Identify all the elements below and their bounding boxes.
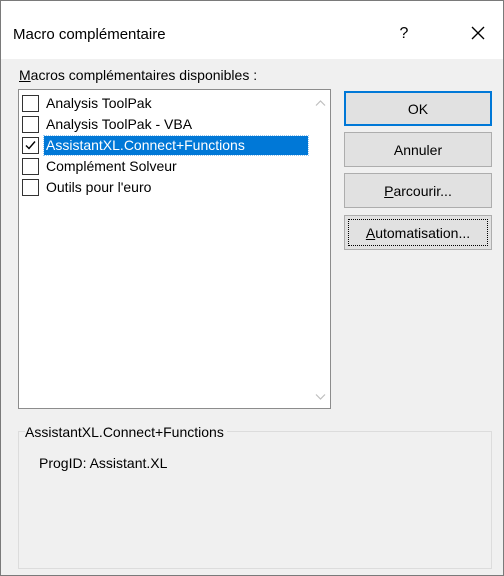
list-item-label: Complément Solveur [46, 158, 177, 174]
list-item[interactable]: Analysis ToolPak [20, 93, 308, 114]
checkmark-icon [25, 141, 36, 150]
scroll-up-button[interactable] [312, 95, 329, 112]
dialog-title: Macro complémentaire [13, 26, 166, 43]
close-icon [471, 26, 485, 40]
automation-button[interactable]: Automatisation... [344, 215, 492, 250]
title-bar: Macro complémentaire ? [1, 1, 503, 59]
browse-button[interactable]: Parcourir... [344, 173, 492, 208]
add-ins-dialog: Macro complémentaire ? Macros complément… [0, 0, 504, 576]
list-item[interactable]: Outils pour l'euro [20, 177, 308, 198]
addins-list-label-text: acros complémentaires disponibles : [30, 67, 258, 83]
automation-button-access-key: A [365, 225, 376, 241]
progid-text: ProgID: Assistant.XL [39, 455, 168, 471]
list-item[interactable]: Analysis ToolPak - VBA [20, 114, 308, 135]
addin-details-group [18, 431, 492, 569]
addins-list-items: Analysis ToolPak Analysis ToolPak - VBA As… [20, 93, 309, 198]
list-item-label: AssistantXL.Connect+Functions [43, 135, 309, 156]
addin-details-title: AssistantXL.Connect+Functions [25, 424, 227, 440]
list-item-label: Analysis ToolPak - VBA [46, 116, 193, 132]
checkbox[interactable] [22, 158, 39, 175]
browse-button-label: arcourir... [393, 183, 452, 199]
checkbox[interactable] [22, 95, 39, 112]
listbox-scrollbar[interactable] [312, 91, 329, 407]
automation-button-label: utomatisation... [375, 225, 471, 241]
scroll-down-button[interactable] [312, 388, 329, 405]
addins-listbox[interactable]: Analysis ToolPak Analysis ToolPak - VBA As… [18, 89, 331, 409]
addins-list-label-access-key: M [19, 67, 31, 83]
addins-list-label: Macros complémentaires disponibles : [19, 67, 257, 83]
list-item-label: Analysis ToolPak [46, 95, 152, 111]
chevron-down-icon [315, 394, 326, 400]
list-item-label: Outils pour l'euro [46, 179, 152, 195]
checkbox[interactable] [22, 137, 39, 154]
chevron-up-icon [315, 100, 326, 106]
cancel-button[interactable]: Annuler [344, 132, 492, 167]
checkbox[interactable] [22, 116, 39, 133]
close-button[interactable] [463, 19, 493, 47]
list-item[interactable]: AssistantXL.Connect+Functions [20, 135, 309, 156]
list-item[interactable]: Complément Solveur [20, 156, 308, 177]
checkbox[interactable] [22, 179, 39, 196]
ok-button[interactable]: OK [344, 91, 492, 126]
help-button[interactable]: ? [389, 21, 419, 47]
